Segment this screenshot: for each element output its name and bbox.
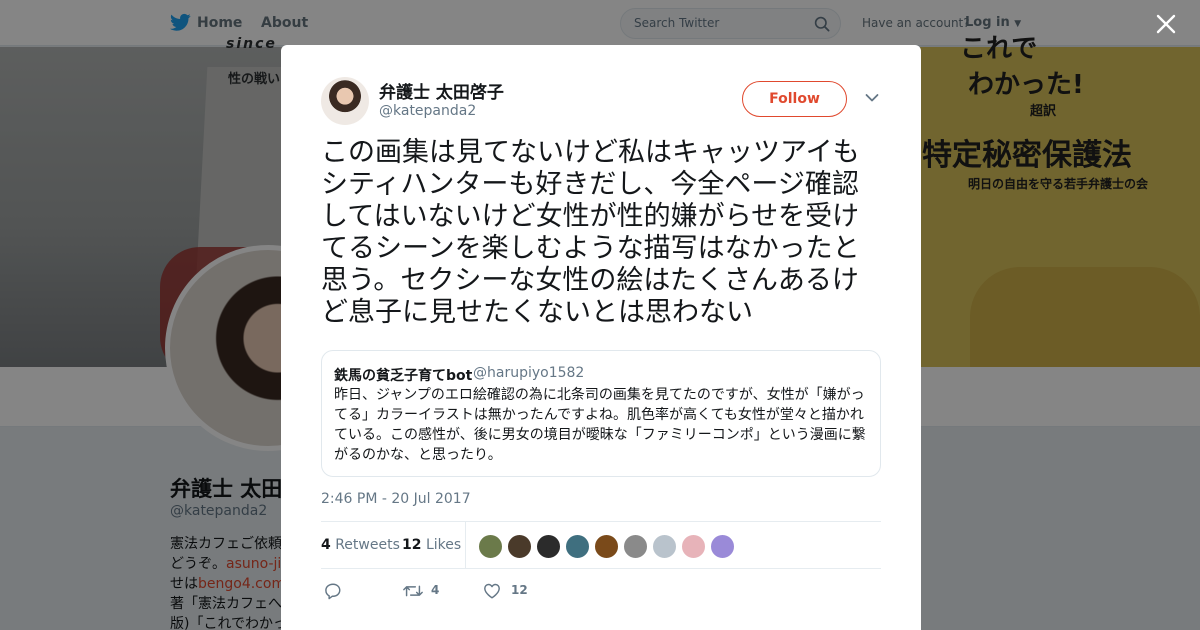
liker-avatar[interactable] bbox=[681, 534, 706, 559]
author-handle[interactable]: @katepanda2 bbox=[379, 103, 476, 119]
heart-icon[interactable] bbox=[483, 582, 501, 600]
author-name[interactable]: 弁護士 太田啓子 bbox=[379, 78, 504, 103]
likes-stat[interactable]: 12 Likes bbox=[402, 537, 461, 553]
liker-avatar[interactable] bbox=[507, 534, 532, 559]
quoted-author-name: 鉄馬の貧乏子育てbot bbox=[334, 368, 473, 384]
quoted-tweet-text: 昨日、ジャンプのエロ絵確認の為に北条司の画集を見てたのですが、女性が「嫌がってる… bbox=[334, 387, 866, 463]
retweet-action-count: 4 bbox=[431, 583, 440, 597]
liker-avatar[interactable] bbox=[565, 534, 590, 559]
quoted-tweet[interactable]: 鉄馬の貧乏子育てbot @harupiyo1582 昨日、ジャンプのエロ絵確認の… bbox=[321, 350, 881, 477]
liker-avatar[interactable] bbox=[478, 534, 503, 559]
liker-avatar[interactable] bbox=[710, 534, 735, 559]
retweets-label: Retweets bbox=[335, 537, 400, 553]
tweet-actions: 4 12 bbox=[321, 579, 881, 603]
reply-icon[interactable] bbox=[324, 582, 342, 600]
likes-count: 12 bbox=[402, 537, 422, 553]
stats-divider bbox=[465, 522, 466, 569]
liker-avatar[interactable] bbox=[536, 534, 561, 559]
liker-avatar[interactable] bbox=[594, 534, 619, 559]
chevron-down-icon[interactable] bbox=[865, 93, 879, 103]
author-avatar[interactable] bbox=[321, 77, 369, 125]
close-icon[interactable] bbox=[1154, 12, 1178, 36]
retweets-count: 4 bbox=[321, 537, 331, 553]
tweet-stats: 4 Retweets 12 Likes bbox=[321, 521, 881, 569]
retweets-stat[interactable]: 4 Retweets bbox=[321, 537, 400, 553]
follow-button[interactable]: Follow bbox=[742, 81, 847, 117]
quoted-author-handle: @harupiyo1582 bbox=[473, 365, 585, 381]
tweet-timestamp[interactable]: 2:46 PM - 20 Jul 2017 bbox=[321, 491, 471, 507]
retweet-icon[interactable] bbox=[402, 582, 424, 600]
tweet-modal: 弁護士 太田啓子 @katepanda2 Follow この画集は見てないけど私… bbox=[281, 45, 921, 630]
liker-avatar[interactable] bbox=[623, 534, 648, 559]
like-action-count: 12 bbox=[511, 583, 528, 597]
liker-avatar[interactable] bbox=[652, 534, 677, 559]
tweet-text: この画集は見てないけど私はキャッツアイもシティハンターも好きだし、今全ページ確認… bbox=[321, 137, 860, 328]
likes-label: Likes bbox=[425, 537, 462, 553]
